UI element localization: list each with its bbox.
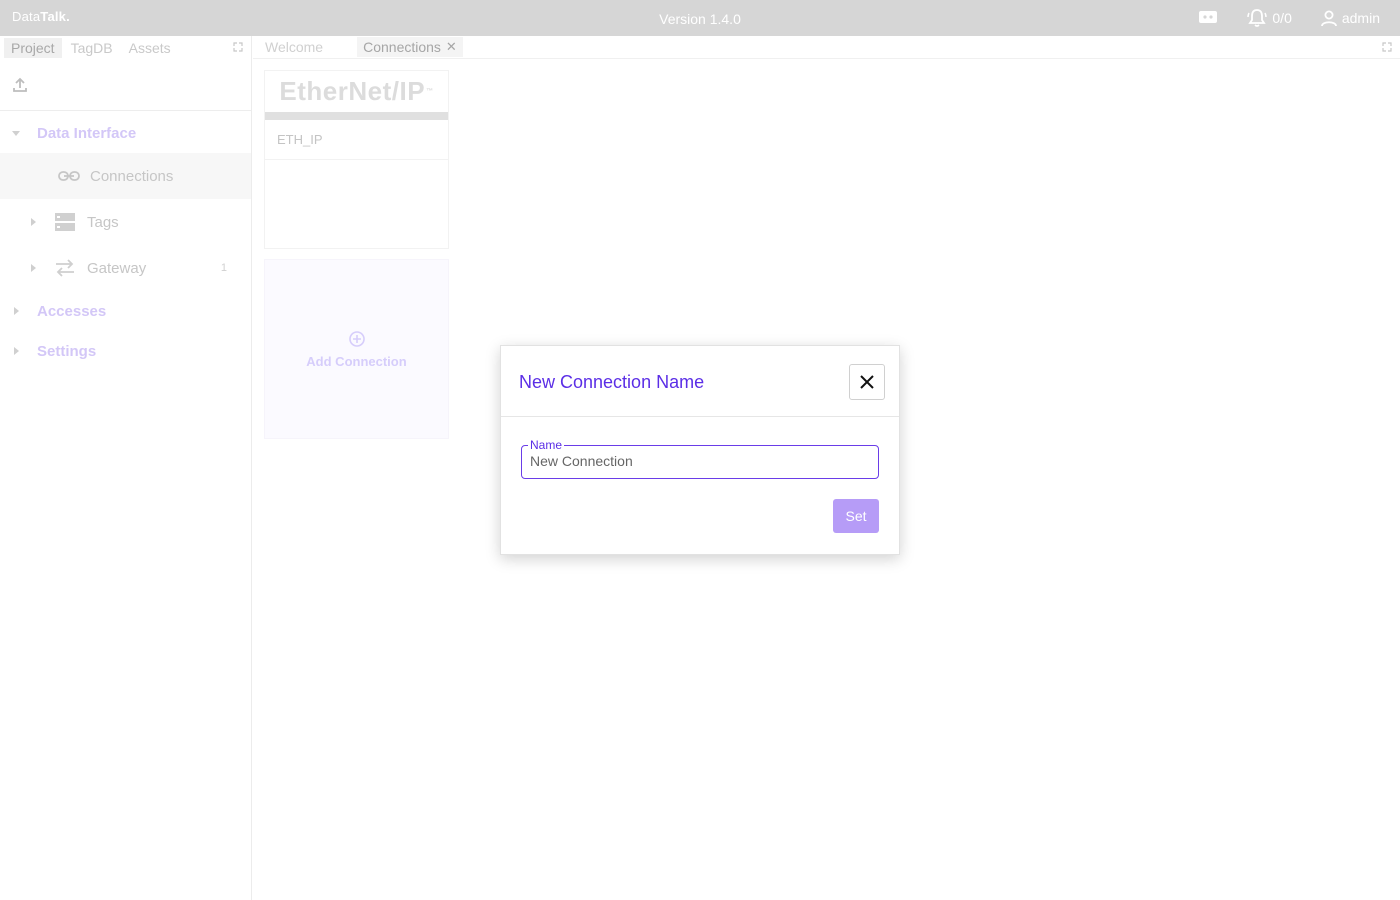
tab-tagdb[interactable]: TagDB <box>64 38 120 58</box>
user-icon <box>1320 10 1337 27</box>
connection-name: ETH_IP <box>265 120 448 160</box>
caret-right-icon <box>14 307 19 315</box>
gateway-count: 1 <box>220 262 227 274</box>
tree-section-data-interface[interactable]: Data Interface <box>0 113 251 153</box>
tab-welcome[interactable]: Welcome <box>259 37 329 57</box>
tree-section-label: Accesses <box>37 302 107 320</box>
panel-toolbar <box>0 59 251 111</box>
tree-section-accesses[interactable]: Accesses <box>0 291 251 331</box>
main-tabs: Welcome Connections ✕ <box>253 36 1400 59</box>
user-menu[interactable]: admin <box>1320 9 1380 27</box>
chat-button[interactable] <box>1198 10 1218 26</box>
set-button[interactable]: Set <box>833 499 879 533</box>
maximize-icon[interactable] <box>233 42 243 52</box>
chat-icon <box>1199 11 1218 23</box>
tree-item-gateway[interactable]: Gateway 1 <box>0 245 251 291</box>
caret-right-icon <box>31 264 36 272</box>
name-input[interactable] <box>530 453 870 469</box>
dialog-title: New Connection Name <box>519 372 705 392</box>
dialog-header: New Connection Name <box>501 346 899 417</box>
link-icon <box>58 171 80 181</box>
name-field: Name <box>521 438 879 479</box>
close-button[interactable] <box>849 364 885 400</box>
ethernet-ip-logo: EtherNet/IP ™ <box>279 76 434 106</box>
add-connection-label: Add Connection <box>306 354 407 369</box>
tree-section-label: Settings <box>37 342 97 360</box>
tree-section-label: Data Interface <box>37 124 137 142</box>
tab-project[interactable]: Project <box>4 37 62 58</box>
close-tab-icon[interactable]: ✕ <box>446 39 457 55</box>
add-connection-card[interactable]: Add Connection <box>264 259 449 439</box>
tree-section-settings[interactable]: Settings <box>0 331 251 371</box>
tree-item-label: Gateway <box>87 259 147 277</box>
caret-right-icon <box>14 347 19 355</box>
storage-icon <box>55 213 75 231</box>
upload-icon[interactable] <box>12 77 28 93</box>
alarms-count: 0/0 <box>1272 10 1292 26</box>
new-connection-dialog: New Connection Name Name Set <box>500 345 900 555</box>
alarms-button[interactable]: 0/0 <box>1246 8 1292 28</box>
panel-tabs: Project TagDB Assets <box>0 36 251 59</box>
user-name: admin <box>1341 10 1380 26</box>
card-divider <box>265 112 448 120</box>
name-field-label: Name <box>528 438 565 452</box>
tree-item-tags[interactable]: Tags <box>0 199 251 245</box>
connection-card[interactable]: EtherNet/IP ™ ETH_IP <box>264 70 449 249</box>
swap-icon <box>56 259 74 277</box>
tab-assets[interactable]: Assets <box>122 38 178 58</box>
caret-down-icon <box>12 131 20 136</box>
close-icon <box>860 375 874 389</box>
tree-item-connections[interactable]: Connections <box>0 153 251 199</box>
tree-item-label: Connections <box>90 167 174 185</box>
caret-right-icon <box>31 218 36 226</box>
add-circle-icon <box>349 331 365 347</box>
tab-connections[interactable]: Connections ✕ <box>357 37 463 57</box>
top-bar: DataTalk. Version 1.4.0 0/0 admin <box>0 0 1400 36</box>
left-panel: Project TagDB Assets Data Interface Conn… <box>0 36 252 900</box>
maximize-icon[interactable] <box>1382 42 1392 52</box>
tree-item-label: Tags <box>87 213 119 231</box>
bell-icon <box>1247 9 1268 27</box>
